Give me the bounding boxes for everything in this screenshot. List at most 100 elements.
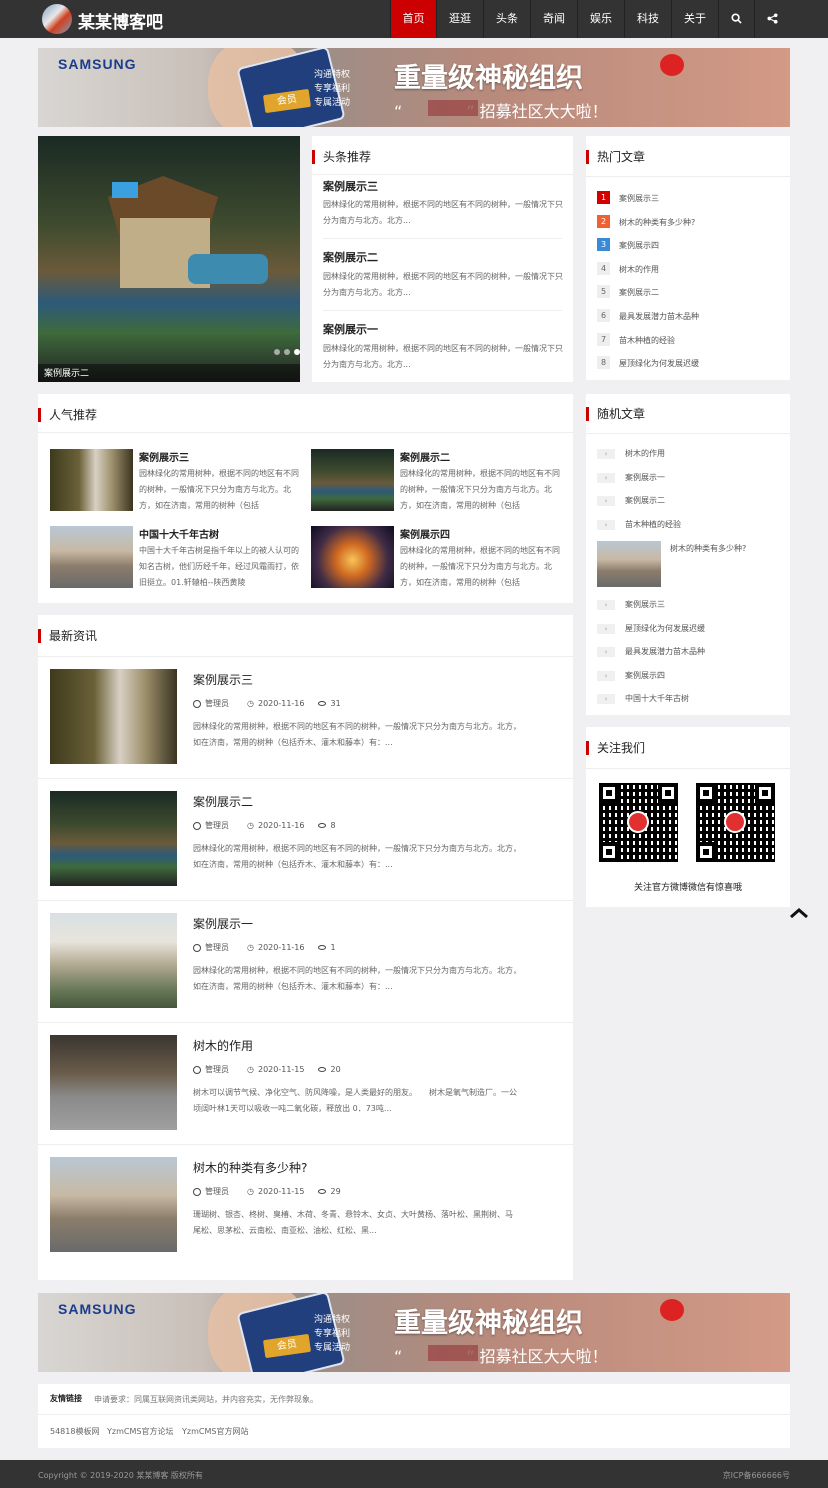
eye-icon xyxy=(318,1189,327,1194)
news-desc-line: 如在济南，常用的树种（包括乔木、灌木和藤本）有：... xyxy=(193,860,393,869)
friend-link[interactable]: YzmCMS官方网站 xyxy=(182,1426,248,1437)
hot-article-link[interactable]: 最具发展潜力苗木品种 xyxy=(619,311,699,322)
user-icon xyxy=(193,821,201,830)
footer-icp[interactable]: 京ICP备666666号 xyxy=(723,1470,790,1481)
news-title[interactable]: 案例展示三 xyxy=(193,671,253,688)
hot-article-link[interactable]: 树木的种类有多少种? xyxy=(619,217,695,228)
random-article-link[interactable]: 树木的作用 xyxy=(625,448,665,459)
slider-caption: 案例展示二 xyxy=(44,369,90,379)
popular-item-title[interactable]: 案例展示二 xyxy=(400,449,450,464)
back-to-top-button[interactable] xyxy=(789,904,809,919)
headline-title: 头条推荐 xyxy=(312,150,371,164)
popular-item-title[interactable]: 案例展示四 xyxy=(400,526,450,541)
news-meta: 管理员 ◷ 2020-11-16 8 xyxy=(193,820,336,831)
latest-news-card: 最新资讯 案例展示三 管理员 ◷ 2020-11-16 31 园林绿化的常用树种，根据不同… xyxy=(38,615,573,1280)
nav-item-about[interactable]: 关于 xyxy=(671,0,718,38)
headline-item-title[interactable]: 案例展示三 xyxy=(323,178,378,194)
follow-title: 关注我们 xyxy=(586,741,645,755)
hot-rank-number: 2 xyxy=(597,214,610,228)
random-article-link[interactable]: 案例展示三 xyxy=(625,599,665,610)
friend-links-notice: 申请要求：同属互联网资讯类网站，并内容充实，无作弊现象。 xyxy=(94,1395,318,1404)
hot-article-link[interactable]: 案例展示二 xyxy=(619,287,659,298)
banner-brand: SAMSUNG xyxy=(58,1301,137,1317)
hot-article-link[interactable]: 苗木种植的经验 xyxy=(619,335,675,346)
wechat-qr-code xyxy=(696,783,775,862)
random-article-link[interactable]: 案例展示一 xyxy=(625,472,665,483)
hot-article-link[interactable]: 案例展示四 xyxy=(619,240,659,251)
logo-icon[interactable] xyxy=(42,4,72,34)
popular-title: 人气推荐 xyxy=(38,408,97,422)
nav-item-home[interactable]: 首页 xyxy=(390,0,436,38)
random-article-link[interactable]: 最具发展潜力苗木品种 xyxy=(625,646,705,657)
news-title[interactable]: 树木的作用 xyxy=(193,1037,253,1054)
chevron-right-icon: › xyxy=(597,600,615,610)
search-button[interactable] xyxy=(718,0,754,38)
hot-rank-number: 5 xyxy=(597,285,610,299)
hot-article-link[interactable]: 树木的作用 xyxy=(619,264,659,275)
nav-item-entertainment[interactable]: 娱乐 xyxy=(577,0,624,38)
news-desc-line: 园林绿化的常用树种，根据不同的地区有不同的树种，一般情况下只分为南方与北方。北方… xyxy=(193,722,521,731)
eye-icon xyxy=(318,823,327,828)
slider-dot[interactable] xyxy=(294,349,300,355)
popular-thumb[interactable] xyxy=(311,449,394,511)
random-article-link[interactable]: 屋顶绿化为何发展迟缓 xyxy=(625,623,705,634)
popular-thumb[interactable] xyxy=(311,526,394,588)
slider-image[interactable]: 案例展示二 xyxy=(38,136,300,382)
eye-icon xyxy=(318,1067,327,1072)
popular-item-title[interactable]: 案例展示三 xyxy=(139,449,189,464)
clock-icon: ◷ xyxy=(247,821,254,830)
site-title[interactable]: 某某博客吧 xyxy=(78,8,163,33)
hot-rank-number: 7 xyxy=(597,332,610,346)
news-desc-line: 顷阔叶林1天可以吸收一吨二氧化碳，释放出 0．73吨... xyxy=(193,1104,392,1113)
news-thumb[interactable] xyxy=(50,1035,177,1130)
headline-item-title[interactable]: 案例展示一 xyxy=(323,321,378,337)
random-article-link[interactable]: 中国十大千年古树 xyxy=(625,693,689,704)
chevron-right-icon: › xyxy=(597,694,615,704)
friend-link[interactable]: 54818模板网 xyxy=(50,1426,99,1437)
news-date: 2020-11-15 xyxy=(257,1065,305,1074)
random-featured-thumb[interactable] xyxy=(597,541,661,587)
random-articles-card: 随机文章 › 树木的作用 › 案例展示一 › 案例展示二 › 苗木种植的经验 树木的种类有多少… xyxy=(586,394,790,715)
chevron-right-icon: › xyxy=(597,472,615,483)
share-icon xyxy=(767,13,778,24)
news-thumb[interactable] xyxy=(50,1157,177,1252)
chevron-right-icon: › xyxy=(597,496,615,506)
friend-links-card: 友情链接 申请要求：同属互联网资讯类网站，并内容充实，无作弊现象。 54818模… xyxy=(38,1384,790,1448)
nav-item-headlines[interactable]: 头条 xyxy=(483,0,530,38)
nav-item-oddities[interactable]: 奇闻 xyxy=(530,0,577,38)
hot-title: 热门文章 xyxy=(586,150,645,164)
popular-thumb[interactable] xyxy=(50,449,133,511)
slider-dot[interactable] xyxy=(274,349,280,355)
random-article-link[interactable]: 案例展示二 xyxy=(625,495,665,506)
chevron-right-icon: › xyxy=(597,647,615,657)
random-featured-title[interactable]: 树木的种类有多少种? xyxy=(670,543,746,554)
hot-article-link[interactable]: 案例展示三 xyxy=(619,193,659,204)
news-title[interactable]: 案例展示一 xyxy=(193,915,253,932)
hot-article-link[interactable]: 屋顶绿化为何发展迟缓 xyxy=(619,358,699,369)
news-thumb[interactable] xyxy=(50,913,177,1008)
headline-item-title[interactable]: 案例展示二 xyxy=(323,249,378,265)
chat-bubble-icon xyxy=(660,1299,684,1321)
popular-item-title[interactable]: 中国十大千年古树 xyxy=(139,526,219,541)
news-thumb[interactable] xyxy=(50,791,177,886)
clock-icon: ◷ xyxy=(247,943,254,952)
nav-item-browse[interactable]: 逛逛 xyxy=(436,0,483,38)
nav-item-tech[interactable]: 科技 xyxy=(624,0,671,38)
news-title[interactable]: 树木的种类有多少种? xyxy=(193,1159,307,1176)
news-thumb[interactable] xyxy=(50,669,177,764)
banner-brand: SAMSUNG xyxy=(58,56,137,72)
friend-link[interactable]: YzmCMS官方论坛 xyxy=(107,1426,173,1437)
bottom-banner[interactable]: SAMSUNG 会员 沟通特权 专享福利 专属活动 重量级神秘组织 “” 招募社… xyxy=(38,1293,790,1372)
latest-title: 最新资讯 xyxy=(38,629,97,643)
news-desc-line: 树木可以调节气候、净化空气、防风降噪，是人类最好的朋友。 树木是氧气制造厂。一公 xyxy=(193,1088,517,1097)
popular-thumb[interactable] xyxy=(50,526,133,588)
search-icon xyxy=(731,13,742,24)
news-title[interactable]: 案例展示二 xyxy=(193,793,253,810)
news-views: 29 xyxy=(330,1187,341,1196)
random-article-link[interactable]: 案例展示四 xyxy=(625,670,665,681)
random-article-link[interactable]: 苗木种植的经验 xyxy=(625,519,681,530)
top-banner[interactable]: SAMSUNG 会员 沟通特权 专享福利 专属活动 重量级神秘组织 “” 招募社… xyxy=(38,48,790,127)
share-button[interactable] xyxy=(754,0,790,38)
chevron-right-icon: › xyxy=(597,623,615,634)
slider-dot[interactable] xyxy=(284,349,290,355)
